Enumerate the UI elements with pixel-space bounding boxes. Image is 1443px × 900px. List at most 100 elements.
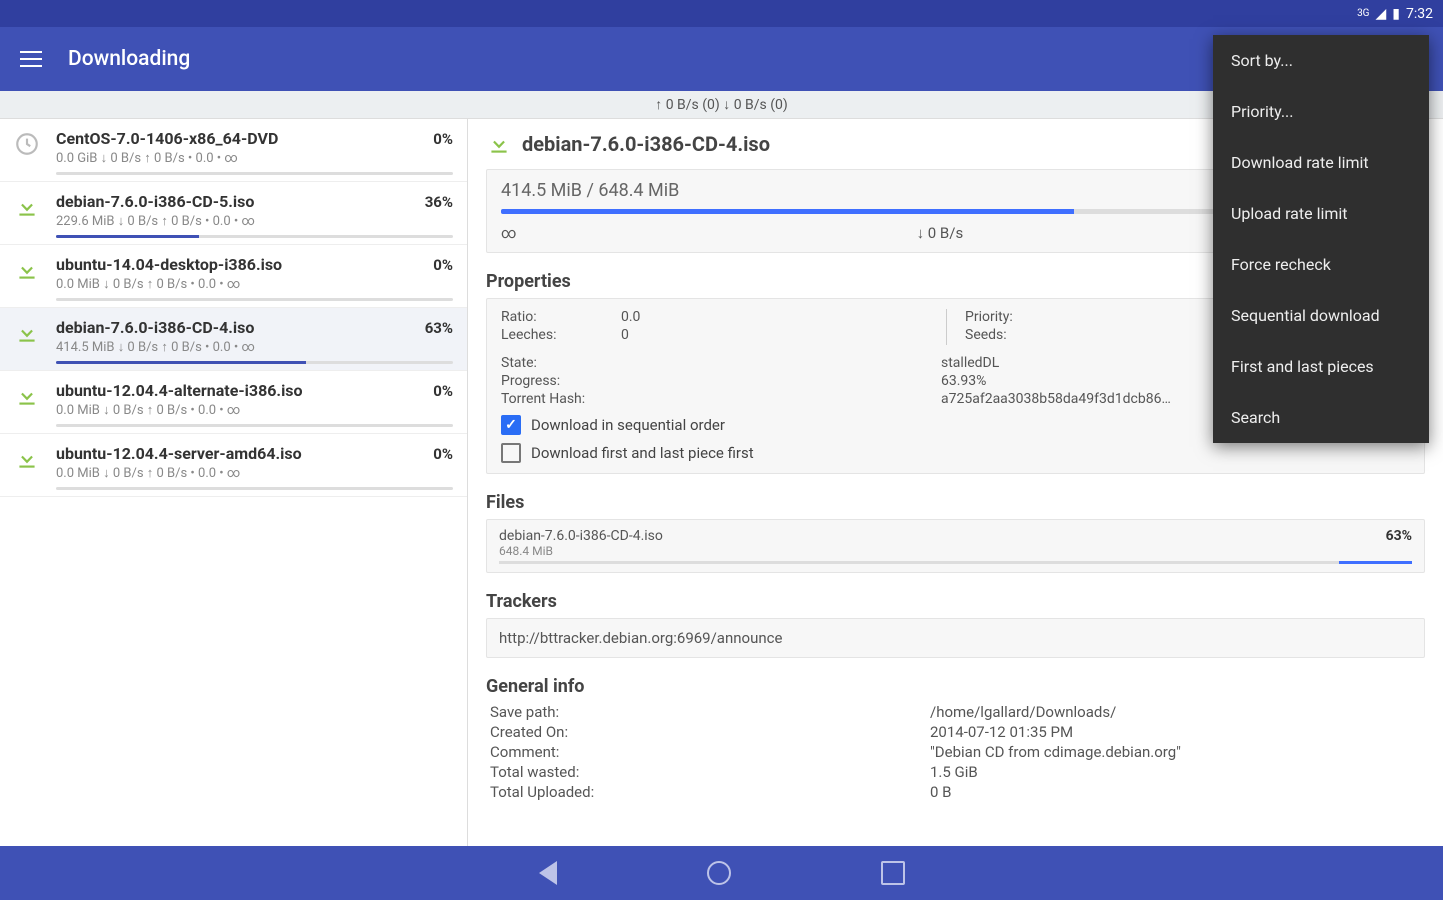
file-item[interactable]: debian-7.6.0-i386-CD-4.iso 63% 648.4 MiB [486, 519, 1425, 573]
menu-item[interactable]: Search [1213, 392, 1429, 443]
torrent-item[interactable]: debian-7.6.0-i386-CD-5.iso 36% 229.6 MiB ↓… [0, 182, 467, 245]
ratio-value: 0.0 [621, 309, 946, 325]
menu-item[interactable]: Priority... [1213, 86, 1429, 137]
hash-label: Torrent Hash: [501, 391, 621, 407]
general-info-label: Save path: [490, 703, 930, 721]
hamburger-menu-button[interactable] [20, 45, 48, 73]
seeds-label: Seeds: [965, 327, 1085, 343]
state-label: State: [501, 355, 621, 371]
download-icon [14, 257, 44, 287]
torrent-info: 0.0 MiB ↓ 0 B/s ↑ 0 B/s • 0.0 • ∞ [56, 402, 453, 418]
download-icon [14, 320, 44, 350]
torrent-name: debian-7.6.0-i386-CD-4.iso [56, 318, 254, 337]
sequential-label: Download in sequential order [531, 416, 725, 434]
menu-item[interactable]: First and last pieces [1213, 341, 1429, 392]
file-percent: 63% [1386, 528, 1412, 544]
torrent-item[interactable]: ubuntu-14.04-desktop-i386.iso 0% 0.0 MiB ↓… [0, 245, 467, 308]
download-icon [14, 383, 44, 413]
download-icon [14, 446, 44, 476]
general-info-label: Total wasted: [490, 763, 930, 781]
clock-text: 7:32 [1406, 6, 1433, 22]
file-size: 648.4 MiB [499, 544, 1412, 558]
torrent-name: CentOS-7.0-1406-x86_64-DVD [56, 129, 278, 148]
leeches-label: Leeches: [501, 327, 621, 343]
menu-item[interactable]: Upload rate limit [1213, 188, 1429, 239]
nav-recent-button[interactable] [881, 861, 905, 885]
eta-text: ∞ [501, 224, 516, 242]
torrent-percent: 63% [425, 319, 453, 337]
priority-label: Priority: [965, 309, 1085, 325]
torrent-info: 414.5 MiB ↓ 0 B/s ↑ 0 B/s • 0.0 • ∞ [56, 339, 453, 355]
trackers-heading: Trackers [486, 591, 1425, 612]
general-info-row: Total wasted:1.5 GiB [486, 763, 1425, 781]
torrent-progress-bar [56, 235, 453, 238]
firstlast-checkbox-row[interactable]: Download first and last piece first [501, 443, 1410, 463]
general-info-label: Comment: [490, 743, 930, 761]
torrent-info: 0.0 MiB ↓ 0 B/s ↑ 0 B/s • 0.0 • ∞ [56, 276, 453, 292]
menu-item[interactable]: Sort by... [1213, 35, 1429, 86]
general-info-value: 0 B [930, 783, 952, 801]
torrent-item[interactable]: CentOS-7.0-1406-x86_64-DVD 0% 0.0 GiB ↓ 0 … [0, 119, 467, 182]
general-info-list: Save path:/home/lgallard/Downloads/Creat… [486, 703, 1425, 801]
general-info-value: 1.5 GiB [930, 763, 978, 781]
android-statusbar: 3G ◢ ▮ 7:32 [0, 0, 1443, 27]
torrent-progress-bar [56, 298, 453, 301]
signal-icon: ◢ [1376, 6, 1387, 22]
menu-item[interactable]: Sequential download [1213, 290, 1429, 341]
torrent-list[interactable]: CentOS-7.0-1406-x86_64-DVD 0% 0.0 GiB ↓ 0 … [0, 119, 468, 846]
firstlast-label: Download first and last piece first [531, 444, 754, 462]
clock-icon [14, 131, 44, 161]
progress-value: 63.93% [941, 373, 986, 389]
general-info-value: 2014-07-12 01:35 PM [930, 723, 1073, 741]
torrent-info: 229.6 MiB ↓ 0 B/s ↑ 0 B/s • 0.0 • ∞ [56, 213, 453, 229]
torrent-percent: 36% [425, 193, 453, 211]
torrent-percent: 0% [433, 130, 453, 148]
torrent-percent: 0% [433, 382, 453, 400]
hash-value: a725af2aa3038b58da49f3d1dcb86… [941, 391, 1171, 407]
tracker-item[interactable]: http://bttracker.debian.org:6969/announc… [486, 618, 1425, 658]
torrent-name: debian-7.6.0-i386-CD-5.iso [56, 192, 254, 211]
nav-back-button[interactable] [539, 861, 557, 885]
nav-home-button[interactable] [707, 861, 731, 885]
file-name: debian-7.6.0-i386-CD-4.iso [499, 528, 663, 544]
torrent-item[interactable]: debian-7.6.0-i386-CD-4.iso 63% 414.5 MiB ↓… [0, 308, 467, 371]
torrent-progress-bar [56, 172, 453, 175]
general-info-row: Comment:"Debian CD from cdimage.debian.o… [486, 743, 1425, 761]
torrent-percent: 0% [433, 256, 453, 274]
files-heading: Files [486, 492, 1425, 513]
torrent-info: 0.0 GiB ↓ 0 B/s ↑ 0 B/s • 0.0 • ∞ [56, 150, 453, 166]
progress-label: Progress: [501, 373, 621, 389]
torrent-item[interactable]: ubuntu-12.04.4-alternate-i386.iso 0% 0.0 M… [0, 371, 467, 434]
torrent-progress-bar [56, 361, 453, 364]
general-info-value: "Debian CD from cdimage.debian.org" [930, 743, 1181, 761]
torrent-name: ubuntu-12.04.4-server-amd64.iso [56, 444, 302, 463]
torrent-name: ubuntu-12.04.4-alternate-i386.iso [56, 381, 303, 400]
torrent-progress-bar [56, 424, 453, 427]
signal-indicator: 3G [1357, 8, 1369, 19]
download-icon [14, 194, 44, 224]
firstlast-checkbox[interactable] [501, 443, 521, 463]
general-info-value: /home/lgallard/Downloads/ [930, 703, 1116, 721]
battery-icon: ▮ [1392, 6, 1400, 22]
overflow-menu[interactable]: Sort by...Priority...Download rate limit… [1213, 35, 1429, 443]
leeches-value: 0 [621, 327, 946, 343]
sequential-checkbox[interactable] [501, 415, 521, 435]
torrent-progress-bar [56, 487, 453, 490]
general-info-heading: General info [486, 676, 1425, 697]
torrent-name: ubuntu-14.04-desktop-i386.iso [56, 255, 282, 274]
detail-title: debian-7.6.0-i386-CD-4.iso [522, 132, 770, 156]
torrent-percent: 0% [433, 445, 453, 463]
menu-item[interactable]: Force recheck [1213, 239, 1429, 290]
general-info-row: Save path:/home/lgallard/Downloads/ [486, 703, 1425, 721]
torrent-item[interactable]: ubuntu-12.04.4-server-amd64.iso0%0.0 MiB… [0, 434, 467, 497]
state-value: stalledDL [941, 355, 999, 371]
general-info-row: Created On:2014-07-12 01:35 PM [486, 723, 1425, 741]
general-info-label: Created On: [490, 723, 930, 741]
general-info-label: Total Uploaded: [490, 783, 930, 801]
general-info-row: Total Uploaded:0 B [486, 783, 1425, 801]
download-icon [486, 131, 512, 157]
menu-item[interactable]: Download rate limit [1213, 137, 1429, 188]
ratio-label: Ratio: [501, 309, 621, 325]
android-navbar [0, 846, 1443, 900]
page-title: Downloading [68, 47, 190, 71]
